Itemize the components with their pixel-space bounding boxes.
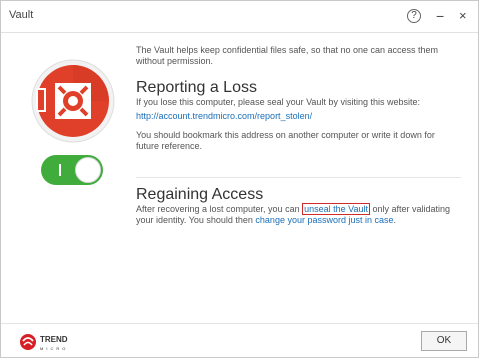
content-area: The Vault helps keep confidential files … (136, 45, 456, 226)
help-icon[interactable]: ? (407, 9, 421, 23)
vault-toggle[interactable] (41, 155, 103, 185)
regaining-text: After recovering a lost computer, you ca… (136, 203, 456, 226)
vault-window: Vault ? − × The Vault helps keep confide… (0, 0, 479, 358)
ok-button[interactable]: OK (421, 331, 467, 351)
minimize-icon[interactable]: − (436, 8, 444, 24)
regaining-text-end: . (393, 215, 397, 225)
toggle-knob (75, 157, 101, 183)
brand-bottom: MICRO (40, 346, 68, 351)
close-icon[interactable]: × (459, 8, 467, 23)
reporting-heading: Reporting a Loss (136, 79, 257, 96)
vault-safe-icon (31, 59, 115, 143)
unseal-vault-link[interactable]: unseal the Vault (302, 203, 370, 215)
change-password-link[interactable]: change your password just in case (255, 215, 393, 225)
title-bar: Vault ? − × (1, 1, 478, 33)
reporting-text: If you lose this computer, please seal y… (136, 97, 420, 107)
window-title: Vault (9, 9, 34, 21)
footer: TREND MICRO OK (1, 323, 478, 359)
bookmark-note: You should bookmark this address on anot… (136, 130, 435, 151)
intro-text: The Vault helps keep confidential files … (136, 45, 439, 66)
toggle-on-mark (59, 164, 61, 176)
regaining-text-part1: After recovering a lost computer, you ca… (136, 204, 303, 214)
report-stolen-link[interactable]: http://account.trendmicro.com/report_sto… (136, 111, 312, 121)
section-divider (136, 177, 461, 178)
regaining-heading: Regaining Access (136, 186, 264, 203)
brand-top: TREND (40, 335, 68, 344)
trend-micro-logo: TREND MICRO (20, 334, 68, 351)
